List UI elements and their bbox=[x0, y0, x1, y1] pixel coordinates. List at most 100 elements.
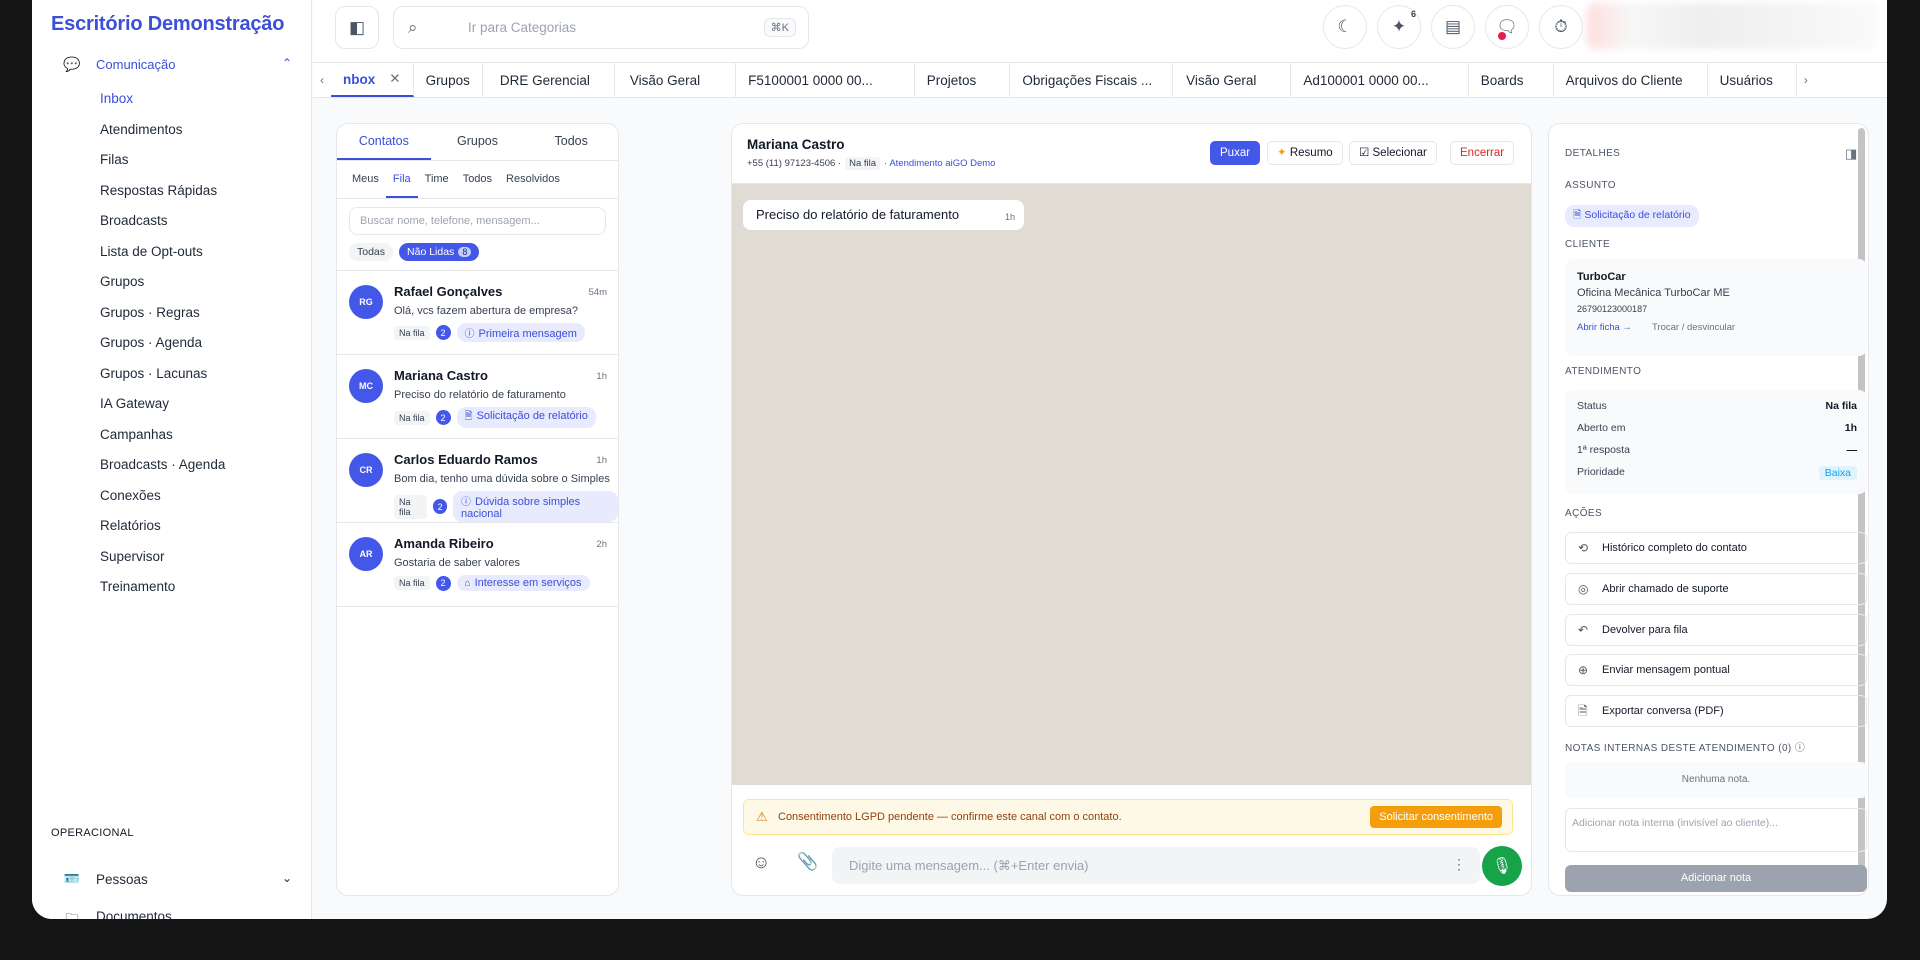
conversation-search-input[interactable]: Buscar nome, telefone, mensagem... bbox=[349, 207, 606, 235]
details-title: DETALHES bbox=[1565, 148, 1621, 159]
tab-fila[interactable]: Fila bbox=[385, 161, 418, 198]
agent-link[interactable]: · Atendimento aiGO Demo bbox=[884, 158, 995, 169]
client-card: TurboCar Oficina Mecânica TurboCar ME 26… bbox=[1565, 259, 1867, 356]
sidebar-item-treinamento[interactable]: Treinamento bbox=[100, 565, 300, 608]
category-search[interactable]: ⌕ Ir para Categorias ⌘K bbox=[393, 6, 809, 49]
priority-badge[interactable]: Baixa bbox=[1818, 466, 1857, 480]
tab-visao-geral[interactable]: Visão Geral bbox=[615, 63, 737, 97]
brand-title[interactable]: Escritório Demonstração bbox=[51, 13, 284, 36]
stopwatch-icon: ⏱ bbox=[1554, 17, 1568, 36]
subject-label: Dúvida sobre simples nacional bbox=[461, 496, 581, 520]
sparkle-icon: ✦ bbox=[1391, 17, 1407, 36]
list-item[interactable]: RG Rafael Gonçalves 54m Olá, vcs fazem a… bbox=[337, 271, 618, 355]
emoji-icon[interactable]: ☺ bbox=[752, 852, 770, 873]
swap-client-link[interactable]: Trocar / desvincular bbox=[1652, 322, 1735, 333]
close-tab-icon[interactable]: ✕ bbox=[389, 71, 400, 87]
status-badge: Na fila bbox=[845, 157, 881, 170]
queue-tabs: Meus Fila Time Todos Resolvidos bbox=[337, 161, 618, 199]
search-placeholder: Ir para Categorias bbox=[468, 20, 577, 35]
collapse-sidebar-button[interactable]: ◧ bbox=[335, 6, 379, 49]
sidebar-section-documentos-label: Documentos bbox=[96, 909, 172, 919]
pull-button[interactable]: Puxar bbox=[1210, 141, 1261, 165]
file-export-icon: 🗎 bbox=[1578, 704, 1588, 718]
timer-button[interactable]: ⏱ bbox=[1539, 5, 1583, 49]
support-ticket-button[interactable]: ◎ Abrir chamado de suporte bbox=[1565, 573, 1867, 605]
read-filters: Todas Não Lidas 8 bbox=[349, 243, 606, 261]
tab-dre-gerencial[interactable]: DRE Gerencial bbox=[483, 63, 615, 97]
summary-button[interactable]: ✦ Resumo bbox=[1267, 141, 1343, 165]
lgpd-warning: ⚠ Consentimento LGPD pendente — confirme… bbox=[743, 799, 1513, 835]
list-item[interactable]: AR Amanda Ribeiro 2h Gostaria de saber v… bbox=[337, 523, 618, 607]
collapse-panel-icon[interactable]: ◨ bbox=[1845, 146, 1857, 162]
document-icon: 🗎 bbox=[464, 411, 473, 422]
sparkle-icon: ✦ bbox=[1277, 147, 1287, 159]
contact-last-message: Bom dia, tenho uma dúvida sobre o Simple… bbox=[394, 473, 610, 485]
assunto-label: ASSUNTO bbox=[1565, 180, 1616, 191]
filter-all[interactable]: Todas bbox=[349, 243, 394, 261]
offline-indicator bbox=[1496, 30, 1508, 42]
tab-grupos[interactable]: Grupos bbox=[414, 63, 483, 97]
chat-panel: Mariana Castro +55 (11) 97123-4506 · Na … bbox=[731, 123, 1532, 896]
subject-tag: ⓘ Primeira mensagem bbox=[456, 323, 585, 342]
sidebar-section-pessoas[interactable]: 🪪 Pessoas ⌄ bbox=[62, 868, 292, 890]
send-one-off-button[interactable]: ⊕ Enviar mensagem pontual bbox=[1565, 654, 1867, 686]
theme-toggle-button[interactable]: ☾ bbox=[1323, 5, 1367, 49]
chevron-down-icon: ⌄ bbox=[281, 871, 292, 885]
notes-label-text: NOTAS INTERNAS DESTE ATENDIMENTO (0) bbox=[1565, 743, 1792, 754]
tab-obrigacoes-fiscais[interactable]: Obrigações Fiscais ... bbox=[1010, 63, 1174, 97]
microphone-icon[interactable]: 🎙 bbox=[1482, 846, 1522, 886]
sidebar-subnav: Inbox Atendimentos Filas Respostas Rápid… bbox=[100, 89, 300, 608]
more-vertical-icon[interactable]: ⋮ bbox=[1452, 856, 1466, 873]
checkbox-icon: ☑ bbox=[1359, 147, 1370, 159]
tab-time[interactable]: Time bbox=[418, 161, 456, 198]
subject-tag: ⌂ Interesse em serviços bbox=[456, 575, 590, 591]
ai-assistant-button[interactable]: ✦ 6 bbox=[1377, 5, 1421, 49]
export-pdf-button[interactable]: 🗎 Exportar conversa (PDF) bbox=[1565, 695, 1867, 727]
contact-card-button[interactable]: ▤ bbox=[1431, 5, 1475, 49]
tab-usuarios[interactable]: Usuários bbox=[1708, 63, 1797, 97]
user-menu[interactable] bbox=[1587, 3, 1877, 49]
info-row-first-response: 1ª resposta — bbox=[1577, 444, 1857, 456]
tab-todos[interactable]: Todos bbox=[456, 161, 499, 198]
list-item[interactable]: CR Carlos Eduardo Ramos 1h Bom dia, tenh… bbox=[337, 439, 618, 523]
tab-contatos[interactable]: Contatos bbox=[337, 124, 431, 160]
return-to-queue-button[interactable]: ↶ Devolver para fila bbox=[1565, 614, 1867, 646]
cliente-label: CLIENTE bbox=[1565, 239, 1611, 250]
tab-todos-list[interactable]: Todos bbox=[524, 124, 618, 160]
tab-ad100001[interactable]: Ad100001 0000 00... bbox=[1291, 63, 1469, 97]
sidebar-section-pessoas-label: Pessoas bbox=[96, 871, 148, 887]
history-button[interactable]: ⟲ Histórico completo do contato bbox=[1565, 532, 1867, 564]
tab-inbox[interactable]: nbox ✕ bbox=[331, 63, 414, 97]
message-input[interactable]: Digite uma mensagem... (⌘+Enter envia) bbox=[832, 847, 1480, 884]
tab-arquivos-cliente[interactable]: Arquivos do Cliente bbox=[1554, 63, 1708, 97]
filter-unread[interactable]: Não Lidas 8 bbox=[399, 243, 480, 261]
select-button[interactable]: ☑ Selecionar bbox=[1349, 141, 1437, 165]
tab-meus[interactable]: Meus bbox=[345, 161, 386, 198]
tab-projetos[interactable]: Projetos bbox=[915, 63, 1011, 97]
tab-boards[interactable]: Boards bbox=[1469, 63, 1554, 97]
chat-button[interactable]: 🗨 bbox=[1485, 5, 1529, 49]
open-record-link[interactable]: Abrir ficha → bbox=[1577, 322, 1632, 333]
contact-time: 1h bbox=[596, 455, 607, 466]
tabs-scroll-left[interactable]: ‹ bbox=[313, 63, 331, 97]
sidebar-section-documentos[interactable]: 🗀 Documentos bbox=[62, 909, 292, 919]
note-input[interactable]: Adicionar nota interna (invisível ao cli… bbox=[1565, 808, 1867, 852]
action-label: Abrir chamado de suporte bbox=[1602, 583, 1729, 595]
sidebar: Escritório Demonstração 💬 Comunicação ⌃ … bbox=[32, 0, 312, 919]
client-document: 26790123000187 bbox=[1577, 304, 1648, 314]
request-consent-button[interactable]: Solicitar consentimento bbox=[1370, 806, 1502, 828]
tab-grupos-list[interactable]: Grupos bbox=[431, 124, 525, 160]
tab-resolvidos[interactable]: Resolvidos bbox=[499, 161, 567, 198]
tab-visao-geral-2[interactable]: Visão Geral bbox=[1173, 63, 1292, 97]
tab-f5100001[interactable]: F5100001 0000 00... bbox=[736, 63, 915, 97]
paperclip-icon[interactable]: 📎 bbox=[797, 852, 818, 872]
sidebar-toggle-icon: ◧ bbox=[348, 17, 366, 37]
add-note-button[interactable]: Adicionar nota bbox=[1565, 865, 1867, 892]
tabs-scroll-right[interactable]: › bbox=[1797, 63, 1815, 97]
chevron-left-icon: ‹ bbox=[320, 73, 324, 87]
contact-name: Rafael Gonçalves bbox=[394, 284, 503, 299]
warning-icon: ⚠ bbox=[756, 809, 768, 824]
close-conversation-button[interactable]: Encerrar bbox=[1450, 141, 1515, 165]
list-item[interactable]: MC Mariana Castro 1h Preciso do relatóri… bbox=[337, 355, 618, 439]
sidebar-section-comunicacao[interactable]: 💬 Comunicação ⌃ bbox=[62, 52, 292, 76]
